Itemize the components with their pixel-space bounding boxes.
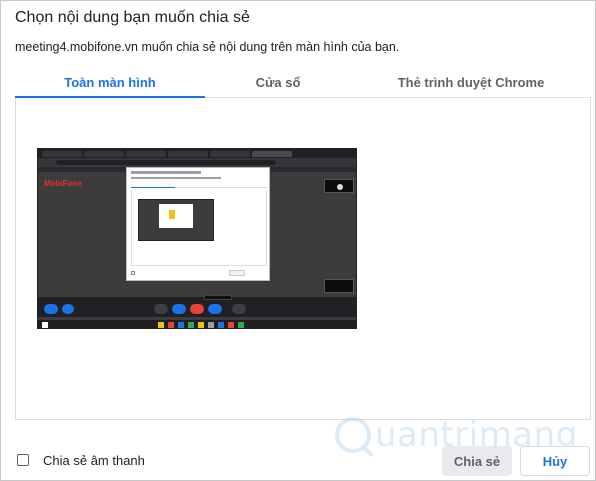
- preview-toolbar-button: [232, 304, 246, 314]
- preview-tooltip: [204, 295, 232, 300]
- preview-toolbar-button: [172, 304, 186, 314]
- tab-entire-screen[interactable]: Toàn màn hình: [15, 67, 205, 99]
- dialog-title: Chọn nội dung bạn muốn chia sẻ: [15, 9, 250, 26]
- preview-toolbar-button: [154, 304, 168, 314]
- preview-toolbar-button: [44, 304, 58, 314]
- magnifier-icon: [335, 417, 371, 453]
- share-audio-label: Chia sẻ âm thanh: [43, 453, 145, 468]
- share-audio-checkbox[interactable]: [17, 454, 29, 466]
- preview-participant-tile: [324, 279, 354, 293]
- preview-address-bar: [38, 158, 356, 167]
- preview-toolbar-button: [62, 304, 74, 314]
- share-screen-dialog: Chọn nội dung bạn muốn chia sẻ meeting4.…: [0, 0, 596, 481]
- preview-participant-tile: [324, 179, 354, 193]
- preview-toolbar-button: [208, 304, 222, 314]
- dialog-subtitle: meeting4.mobifone.vn muốn chia sẻ nội du…: [15, 40, 400, 54]
- tab-bar: Toàn màn hình Cửa sổ Thẻ trình duyệt Chr…: [15, 67, 591, 99]
- screen-preview-thumbnail[interactable]: MobiFone: [37, 148, 357, 329]
- preview-logo: MobiFone: [44, 179, 82, 188]
- preview-nested-dialog: [126, 167, 270, 281]
- preview-browser-tabbar: [38, 149, 356, 158]
- cancel-button[interactable]: Hủy: [520, 446, 590, 476]
- tab-content-panel: MobiFone: [15, 98, 591, 420]
- preview-taskbar: [38, 320, 356, 328]
- share-button[interactable]: Chia sẻ: [442, 446, 512, 476]
- tab-chrome-tab[interactable]: Thẻ trình duyệt Chrome: [351, 67, 591, 98]
- tab-window[interactable]: Cửa sổ: [205, 67, 351, 98]
- preview-toolbar-button: [190, 304, 204, 314]
